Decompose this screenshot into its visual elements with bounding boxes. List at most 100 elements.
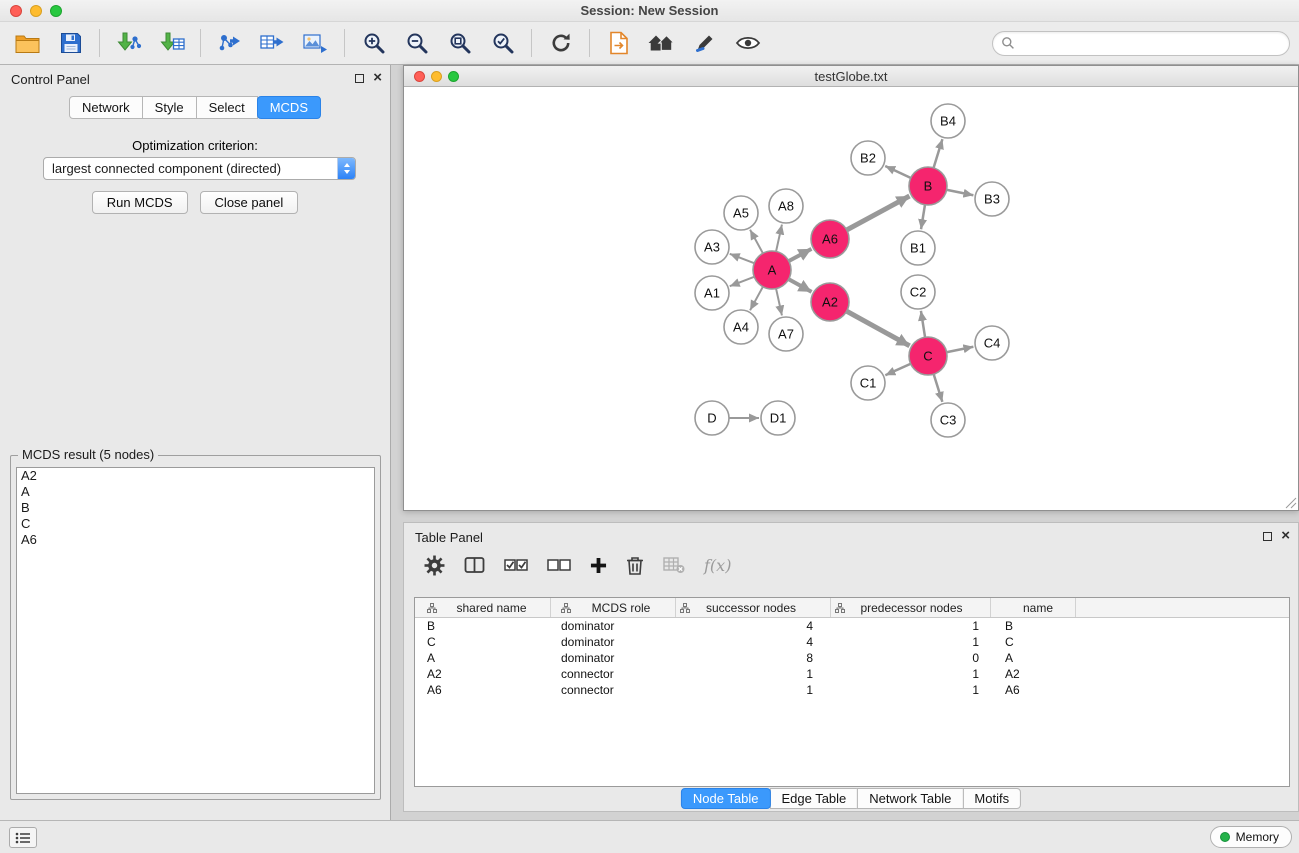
tab-network-table[interactable]: Network Table [857,788,963,809]
apply-layout-button[interactable] [539,25,582,61]
float-panel-icon[interactable] [355,74,364,83]
node-A2[interactable]: A2 [811,283,849,321]
style-tool-button[interactable] [683,25,726,61]
mcds-result-group: MCDS result (5 nodes) A2ABCA6 [10,455,381,800]
mcds-result-item[interactable]: C [17,516,374,532]
table-cell: 1 [831,683,991,697]
optimization-criterion-select[interactable]: largest connected component (directed) [43,157,356,180]
network-close-button[interactable] [414,71,425,82]
table-row[interactable]: Adominator80A [415,650,1289,666]
deselect-all-icon [547,557,571,573]
table-panel-tabs: Node Table Edge Table Network Table Moti… [681,788,1021,809]
table-toolbar: f(x) [404,547,731,583]
network-window-titlebar[interactable]: testGlobe.txt [404,66,1298,87]
tab-motifs[interactable]: Motifs [962,788,1021,809]
column-header-name[interactable]: name [991,598,1076,617]
tab-select[interactable]: Select [196,96,258,119]
column-header-shared-name[interactable]: shared name [415,598,551,617]
run-mcds-button[interactable]: Run MCDS [92,191,188,214]
mcds-result-item[interactable]: A2 [17,468,374,484]
import-table-button[interactable] [150,25,193,61]
close-panel-icon[interactable]: × [1281,530,1290,542]
mcds-result-item[interactable]: A6 [17,532,374,548]
show-columns-button[interactable] [464,556,485,574]
zoom-window-button[interactable] [50,5,62,17]
close-panel-icon[interactable]: × [373,72,382,84]
show-log-button[interactable] [9,827,37,848]
mcds-result-item[interactable]: A [17,484,374,500]
tab-network[interactable]: Network [69,96,143,119]
zoom-out-button[interactable] [395,25,438,61]
svg-text:B: B [924,179,933,194]
table-settings-button[interactable] [424,555,445,576]
tab-style[interactable]: Style [142,96,197,119]
minimize-window-button[interactable] [30,5,42,17]
node-A3[interactable]: A3 [695,230,729,264]
search-box[interactable] [992,31,1290,56]
node-A[interactable]: A [753,251,791,289]
node-C2[interactable]: C2 [901,275,935,309]
table-row[interactable]: A2connector11A2 [415,666,1289,682]
tab-node-table[interactable]: Node Table [681,788,771,809]
node-D1[interactable]: D1 [761,401,795,435]
delete-table-button[interactable] [663,556,685,574]
save-session-button[interactable] [49,25,92,61]
tab-edge-table[interactable]: Edge Table [769,788,858,809]
zoom-fit-button[interactable] [438,25,481,61]
node-B4[interactable]: B4 [931,104,965,138]
home-view-button[interactable] [640,25,683,61]
table-cell: 0 [831,651,991,665]
column-header-mcds-role[interactable]: MCDS role [551,598,676,617]
export-network-button[interactable] [208,25,251,61]
double-home-icon [647,32,676,54]
zoom-selected-button[interactable] [481,25,524,61]
resize-grip-icon[interactable] [1285,497,1297,509]
node-B[interactable]: B [909,167,947,205]
export-table-button[interactable] [251,25,294,61]
tab-mcds[interactable]: MCDS [257,96,321,119]
table-row[interactable]: Bdominator41B [415,618,1289,634]
table-cell: A [991,651,1076,665]
delete-column-button[interactable] [626,555,644,575]
open-session-button[interactable] [597,25,640,61]
node-C3[interactable]: C3 [931,403,965,437]
float-panel-icon[interactable] [1263,532,1272,541]
network-zoom-button[interactable] [448,71,459,82]
mcds-result-item[interactable]: B [17,500,374,516]
table-row[interactable]: A6connector11A6 [415,682,1289,698]
network-canvas[interactable]: B4 B2 B B3 A8 A5 A6 A3 B1 A C2 A1 A2 A4 A7 C4 C C1 C3 D D1 [404,87,1298,510]
column-header-successor-nodes[interactable]: successor nodes [676,598,831,617]
close-panel-button[interactable]: Close panel [200,191,299,214]
node-A8[interactable]: A8 [769,189,803,223]
node-B2[interactable]: B2 [851,141,885,175]
node-A4[interactable]: A4 [724,310,758,344]
mcds-result-list[interactable]: A2ABCA6 [16,467,375,794]
node-D[interactable]: D [695,401,729,435]
column-header-predecessor-nodes[interactable]: predecessor nodes [831,598,991,617]
select-all-button[interactable] [504,557,528,573]
refresh-icon [549,31,573,55]
import-network-button[interactable] [107,25,150,61]
zoom-in-button[interactable] [352,25,395,61]
show-graphics-details-button[interactable] [726,25,769,61]
deselect-all-button[interactable] [547,557,571,573]
network-minimize-button[interactable] [431,71,442,82]
node-C[interactable]: C [909,337,947,375]
node-A5[interactable]: A5 [724,196,758,230]
table-cell: 1 [831,619,991,633]
node-C1[interactable]: C1 [851,366,885,400]
node-B1[interactable]: B1 [901,231,935,265]
open-file-button[interactable] [6,25,49,61]
node-A6[interactable]: A6 [811,220,849,258]
search-input[interactable] [1020,36,1281,51]
function-builder-button[interactable]: f(x) [704,556,731,575]
export-image-button[interactable] [294,25,337,61]
node-B3[interactable]: B3 [975,182,1009,216]
add-column-button[interactable] [590,557,607,574]
node-A7[interactable]: A7 [769,317,803,351]
table-row[interactable]: Cdominator41C [415,634,1289,650]
node-C4[interactable]: C4 [975,326,1009,360]
node-A1[interactable]: A1 [695,276,729,310]
close-window-button[interactable] [10,5,22,17]
memory-button[interactable]: Memory [1210,826,1292,848]
